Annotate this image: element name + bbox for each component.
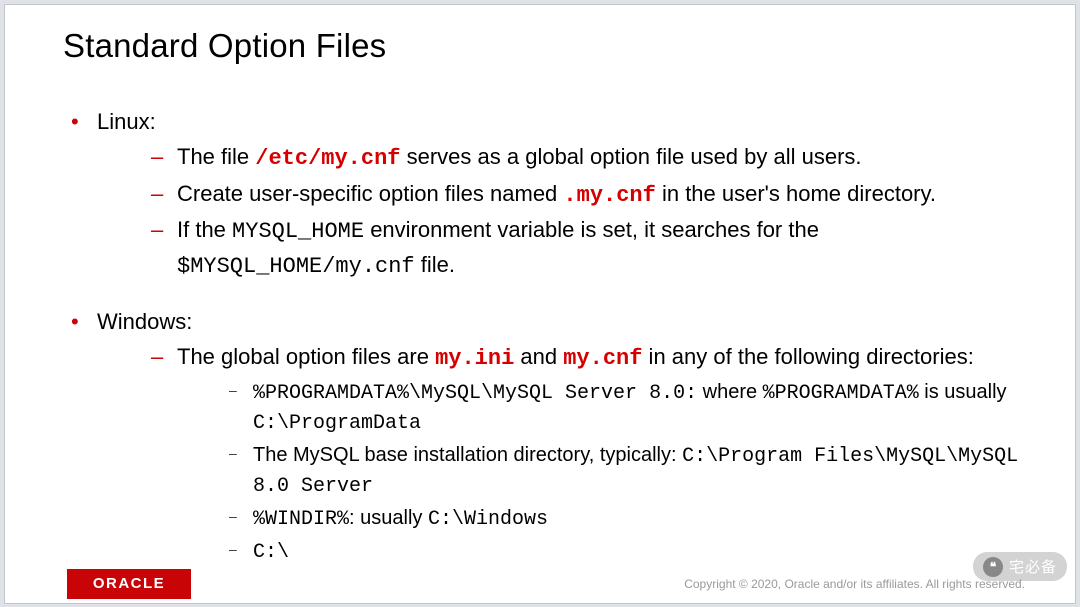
- linux-item-1: The file /etc/my.cnf serves as a global …: [137, 142, 1035, 175]
- page-title: Standard Option Files: [63, 27, 386, 65]
- text: where: [697, 381, 763, 403]
- code-mysql-home-path: $MYSQL_HOME/my.cnf: [177, 254, 415, 279]
- code-etc-mycnf: /etc/my.cnf: [255, 146, 400, 171]
- copyright-text: Copyright © 2020, Oracle and/or its affi…: [684, 577, 1025, 591]
- text: If the: [177, 217, 232, 242]
- linux-heading: Linux:: [97, 109, 156, 134]
- text: serves as a global option file used by a…: [401, 144, 862, 169]
- text: is usually: [919, 381, 1007, 403]
- section-linux: Linux: The file /etc/my.cnf serves as a …: [63, 107, 1035, 283]
- windows-sub-2: The MySQL base installation directory, t…: [209, 441, 1035, 501]
- windows-heading: Windows:: [97, 309, 192, 334]
- windows-sub-3: %WINDIR%: usually C:\Windows: [209, 504, 1035, 534]
- text: The file: [177, 144, 255, 169]
- text: and: [514, 344, 563, 369]
- section-windows: Windows: The global option files are my.…: [63, 307, 1035, 567]
- watermark-text: 宅必备: [1009, 556, 1057, 577]
- slide: Standard Option Files Linux: The file /e…: [4, 4, 1076, 604]
- text: : usually: [349, 507, 428, 529]
- code-windir: %WINDIR%: [253, 508, 349, 531]
- text: The global option files are: [177, 344, 435, 369]
- text: environment variable is set, it searches…: [364, 217, 819, 242]
- code-mysql-home: MYSQL_HOME: [232, 219, 364, 244]
- code-dot-mycnf: .my.cnf: [563, 183, 655, 208]
- code-programdata-resolved: C:\ProgramData: [253, 412, 421, 435]
- code-programdata-path: %PROGRAMDATA%\MySQL\MySQL Server 8.0:: [253, 382, 697, 405]
- linux-item-3: If the MYSQL_HOME environment variable i…: [137, 215, 1035, 248]
- oracle-logo: ORACLE: [67, 569, 191, 599]
- text: The MySQL base installation directory, t…: [253, 444, 682, 466]
- windows-item-1: The global option files are my.ini and m…: [137, 342, 1035, 375]
- windows-subitems: %PROGRAMDATA%\MySQL\MySQL Server 8.0: wh…: [209, 378, 1035, 567]
- footer: ORACLE Copyright © 2020, Oracle and/or i…: [5, 571, 1075, 603]
- windows-sub-1: %PROGRAMDATA%\MySQL\MySQL Server 8.0: wh…: [209, 378, 1035, 438]
- text: file.: [415, 252, 455, 277]
- linux-item-2: Create user-specific option files named …: [137, 179, 1035, 212]
- windows-sub-4: C:\: [209, 537, 1035, 567]
- slide-content: Linux: The file /etc/my.cnf serves as a …: [63, 107, 1035, 591]
- linux-items: The file /etc/my.cnf serves as a global …: [137, 142, 1035, 283]
- text: in any of the following directories:: [642, 344, 973, 369]
- code-myini: my.ini: [435, 346, 514, 371]
- code-programdata-var: %PROGRAMDATA%: [763, 382, 919, 405]
- code-cwindows: C:\Windows: [428, 508, 548, 531]
- text: in the user's home directory.: [656, 181, 936, 206]
- linux-item-3-cont: $MYSQL_HOME/my.cnf file.: [137, 250, 1035, 283]
- windows-items: The global option files are my.ini and m…: [137, 342, 1035, 567]
- code-mycnf: my.cnf: [563, 346, 642, 371]
- watermark: ❝ 宅必备: [973, 552, 1067, 581]
- text: Create user-specific option files named: [177, 181, 563, 206]
- code-c-root: C:\: [253, 541, 289, 564]
- watermark-icon: ❝: [983, 557, 1003, 577]
